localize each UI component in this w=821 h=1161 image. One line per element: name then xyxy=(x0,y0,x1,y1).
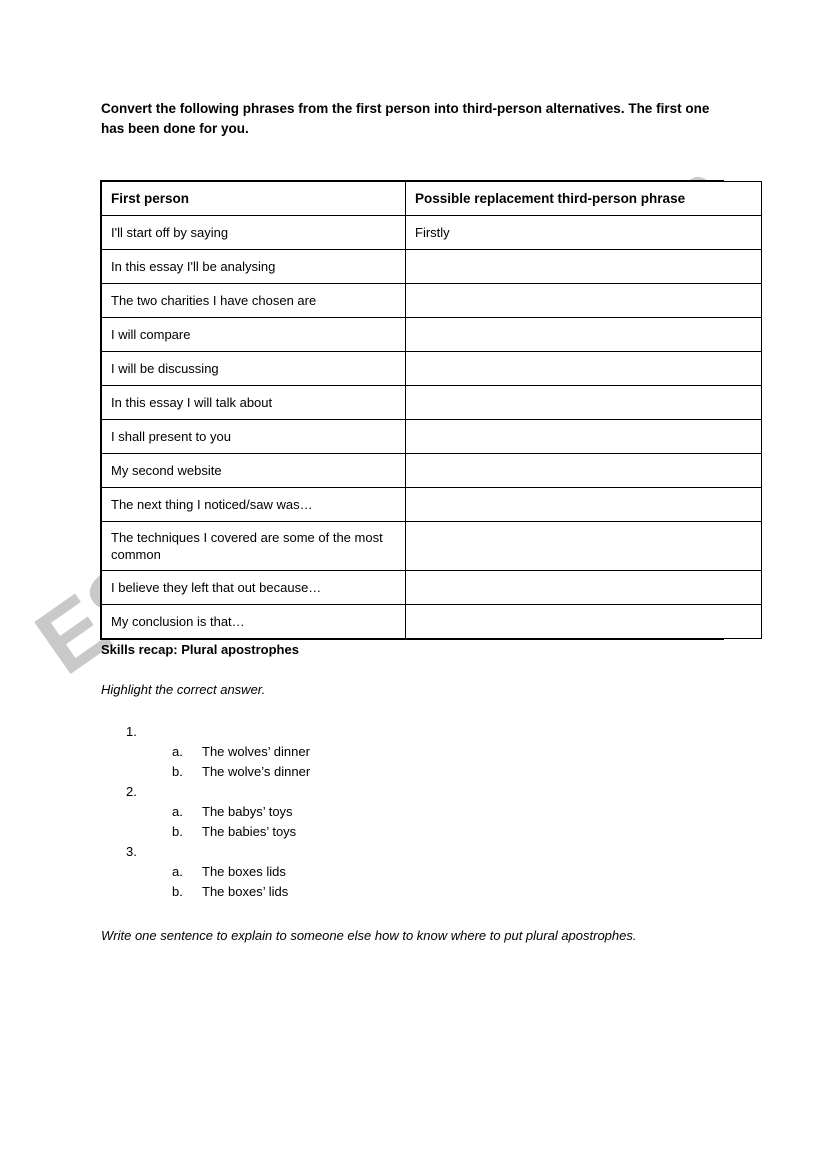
table-body: I'll start off by saying Firstly In this… xyxy=(101,215,762,639)
question-list: 1. a. The wolves’ dinner b. The wolve’s … xyxy=(101,722,701,902)
phrase-conversion-table-wrapper: First person Possible replacement third-… xyxy=(100,180,762,640)
table-row: In this essay I will talk about xyxy=(101,385,762,420)
cell-first-person: My second website xyxy=(101,453,406,488)
cell-first-person: The next thing I noticed/saw was… xyxy=(101,487,406,522)
cell-first-person: I'll start off by saying xyxy=(101,215,406,250)
option-text: The wolve’s dinner xyxy=(202,764,311,779)
question-options: a. The babys’ toys b. The babies’ toys xyxy=(101,802,701,842)
question-number: 2. xyxy=(126,784,137,799)
cell-first-person: The two charities I have chosen are xyxy=(101,283,406,318)
option-letter: a. xyxy=(172,744,183,759)
closing-instruction: Write one sentence to explain to someone… xyxy=(101,928,637,943)
table-row: I shall present to you xyxy=(101,419,762,454)
option-letter: a. xyxy=(172,864,183,879)
column-header-replacement: Possible replacement third-person phrase xyxy=(405,181,762,216)
option-letter: b. xyxy=(172,884,183,899)
question-block: 1. a. The wolves’ dinner b. The wolve’s … xyxy=(101,722,701,782)
option-text: The wolves’ dinner xyxy=(202,744,310,759)
table-row: I will compare xyxy=(101,317,762,352)
table-row: I believe they left that out because… xyxy=(101,570,762,605)
option-item[interactable]: a. The boxes lids xyxy=(101,862,701,882)
cell-replacement[interactable] xyxy=(405,249,762,284)
question-block: 2. a. The babys’ toys b. The babies’ toy… xyxy=(101,782,701,842)
table-row: I will be discussing xyxy=(101,351,762,386)
question-options: a. The boxes lids b. The boxes’ lids xyxy=(101,862,701,902)
option-item[interactable]: b. The wolve’s dinner xyxy=(101,762,701,782)
option-item[interactable]: b. The boxes’ lids xyxy=(101,882,701,902)
option-item[interactable]: a. The babys’ toys xyxy=(101,802,701,822)
highlight-instruction: Highlight the correct answer. xyxy=(101,682,266,697)
cell-replacement[interactable] xyxy=(405,570,762,605)
option-letter: a. xyxy=(172,804,183,819)
cell-first-person: I will compare xyxy=(101,317,406,352)
cell-replacement[interactable]: Firstly xyxy=(405,215,762,250)
table-row: In this essay I'll be analysing xyxy=(101,249,762,284)
cell-first-person: My conclusion is that… xyxy=(101,604,406,639)
cell-first-person: The techniques I covered are some of the… xyxy=(101,521,406,571)
phrase-conversion-table: First person Possible replacement third-… xyxy=(101,181,762,639)
cell-first-person: I will be discussing xyxy=(101,351,406,386)
option-text: The boxes’ lids xyxy=(202,884,289,899)
cell-first-person: In this essay I'll be analysing xyxy=(101,249,406,284)
cell-replacement[interactable] xyxy=(405,385,762,420)
option-letter: b. xyxy=(172,824,183,839)
question-options: a. The wolves’ dinner b. The wolve’s din… xyxy=(101,742,701,782)
option-item[interactable]: b. The babies’ toys xyxy=(101,822,701,842)
option-text: The boxes lids xyxy=(202,864,286,879)
option-item[interactable]: a. The wolves’ dinner xyxy=(101,742,701,762)
question-block: 3. a. The boxes lids b. The boxes’ lids xyxy=(101,842,701,902)
cell-first-person: In this essay I will talk about xyxy=(101,385,406,420)
table-row: My second website xyxy=(101,453,762,488)
table-row: I'll start off by saying Firstly xyxy=(101,215,762,250)
table-row: The two charities I have chosen are xyxy=(101,283,762,318)
skills-recap-heading: Skills recap: Plural apostrophes xyxy=(101,642,299,657)
cell-replacement[interactable] xyxy=(405,487,762,522)
cell-replacement[interactable] xyxy=(405,521,762,571)
worksheet-page: Convert the following phrases from the f… xyxy=(0,0,821,1161)
question-number: 3. xyxy=(126,844,137,859)
cell-replacement[interactable] xyxy=(405,317,762,352)
option-letter: b. xyxy=(172,764,183,779)
table-row: The next thing I noticed/saw was… xyxy=(101,487,762,522)
column-header-first-person: First person xyxy=(101,181,406,216)
worksheet-instructions: Convert the following phrases from the f… xyxy=(101,101,710,136)
question-number: 1. xyxy=(126,724,137,739)
cell-replacement[interactable] xyxy=(405,604,762,639)
option-text: The babies’ toys xyxy=(202,824,297,839)
cell-replacement[interactable] xyxy=(405,453,762,488)
table-row: The techniques I covered are some of the… xyxy=(101,521,762,571)
cell-replacement[interactable] xyxy=(405,283,762,318)
cell-first-person: I believe they left that out because… xyxy=(101,570,406,605)
table-row: My conclusion is that… xyxy=(101,604,762,639)
cell-first-person: I shall present to you xyxy=(101,419,406,454)
option-text: The babys’ toys xyxy=(202,804,293,819)
cell-replacement[interactable] xyxy=(405,351,762,386)
cell-replacement[interactable] xyxy=(405,419,762,454)
table-header-row: First person Possible replacement third-… xyxy=(101,181,762,216)
